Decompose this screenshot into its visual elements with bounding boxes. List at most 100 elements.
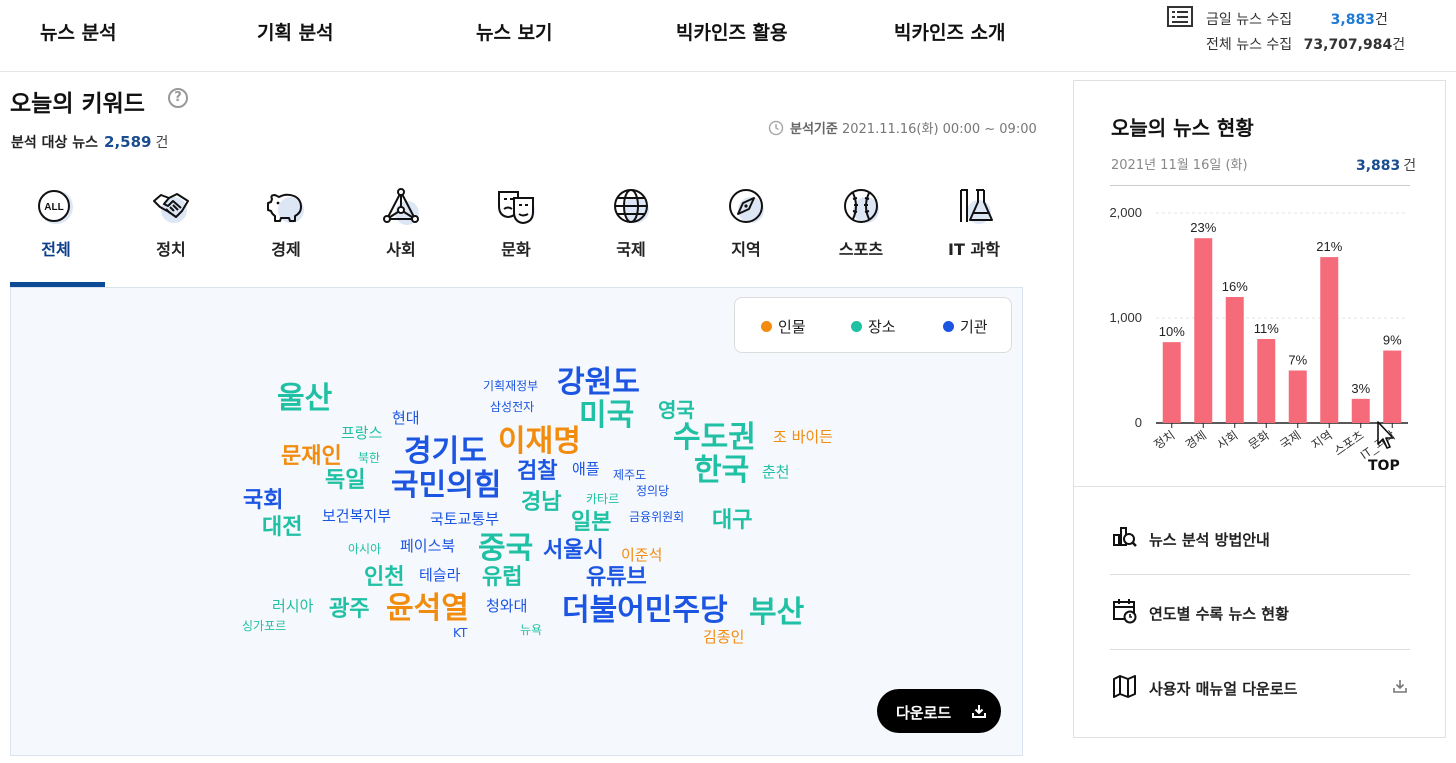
tab-culture[interactable]: 문화 <box>466 186 566 260</box>
tab-society[interactable]: 사회 <box>351 186 451 260</box>
word-cloud-keyword[interactable]: 문재인 <box>281 446 342 468</box>
word-cloud-keyword[interactable]: 일본 <box>571 512 611 534</box>
download-icon <box>972 705 986 718</box>
help-icon[interactable]: ? <box>168 88 188 108</box>
word-cloud-keyword[interactable]: 보건복지부 <box>322 509 391 524</box>
word-cloud-keyword[interactable]: 금융위원회 <box>629 511 684 523</box>
page-title: 오늘의 키워드 <box>10 91 145 117</box>
word-cloud-keyword[interactable]: 국민의힘 <box>391 471 501 501</box>
tab-world[interactable]: 국제 <box>581 186 681 260</box>
word-cloud-keyword[interactable]: 프랑스 <box>341 426 382 441</box>
cursor-arrow-icon <box>1377 421 1394 449</box>
tab-economy[interactable]: 경제 <box>236 186 336 260</box>
word-cloud-keyword[interactable]: 영국 <box>658 400 695 420</box>
word-cloud-keyword[interactable]: 대전 <box>262 517 302 539</box>
nav-bigkinds-about[interactable]: 빅카인즈 소개 <box>894 18 1006 45</box>
legend-org: 기관 <box>943 316 988 337</box>
word-cloud-keyword[interactable]: 대구 <box>712 510 752 532</box>
yearly-news-status-link[interactable]: 연도별 수록 뉴스 현황 <box>1110 576 1410 648</box>
word-cloud-keyword[interactable]: 러시아 <box>272 599 313 614</box>
news-analysis-guide-label: 뉴스 분석 방법안내 <box>1149 531 1270 549</box>
compass-icon <box>729 189 764 223</box>
map-icon <box>1113 675 1136 698</box>
word-cloud-keyword[interactable]: 청와대 <box>486 599 527 614</box>
legend-place-label: 장소 <box>868 318 896 336</box>
today-news-date: 2021년 11월 16일 (화) <box>1111 158 1248 173</box>
chart-bar <box>1225 297 1244 423</box>
analysis-count-value: 2,589 <box>104 133 152 151</box>
word-cloud-keyword[interactable]: 국토교통부 <box>430 512 499 527</box>
chart-y-tick-label: 2,000 <box>1109 205 1142 220</box>
tab-region[interactable]: 지역 <box>696 186 796 260</box>
legend-person: 인물 <box>761 316 806 337</box>
word-cloud-keyword[interactable]: 미국 <box>579 401 634 431</box>
word-cloud-keyword[interactable]: 조 바이든 <box>773 430 833 445</box>
chart-bar <box>1194 238 1213 423</box>
today-news-total: 3,883 건 <box>1356 155 1416 175</box>
analysis-basis-label: 분석기준 <box>790 122 838 137</box>
chart-magnifier-icon <box>1113 527 1137 547</box>
tab-culture-label: 문화 <box>501 240 531 259</box>
word-cloud-keyword[interactable]: 울산 <box>277 384 332 414</box>
word-cloud-keyword[interactable]: 광주 <box>329 599 369 621</box>
word-cloud-keyword[interactable]: 김종인 <box>703 630 744 645</box>
chart-x-tick-label: 국제 <box>1277 428 1303 452</box>
word-cloud-keyword[interactable]: 애플 <box>572 462 600 477</box>
user-manual-download-link[interactable]: 사용자 매뉴얼 다운로드 <box>1110 651 1410 723</box>
tab-sports[interactable]: 스포츠 <box>811 186 911 260</box>
nav-news-analysis[interactable]: 뉴스 분석 <box>40 18 117 45</box>
word-cloud-keyword[interactable]: 국회 <box>243 490 283 512</box>
download-button[interactable]: 다운로드 <box>877 689 1001 733</box>
total-count-unit: 건 <box>1392 37 1406 53</box>
svg-text:ALL: ALL <box>44 202 63 213</box>
document-list-icon <box>1167 6 1193 27</box>
tab-all[interactable]: ALL 전체 <box>6 186 106 260</box>
nav-bigkinds-use[interactable]: 빅카인즈 활용 <box>676 18 788 45</box>
word-cloud-keyword[interactable]: 부산 <box>749 598 804 628</box>
word-cloud-keyword[interactable]: 제주도 <box>613 469 646 481</box>
nav-news-view[interactable]: 뉴스 보기 <box>476 18 553 45</box>
word-cloud-keyword[interactable]: 춘천 <box>762 465 790 480</box>
word-cloud-keyword[interactable]: 중국 <box>478 534 533 564</box>
word-cloud-keyword[interactable]: 유튜브 <box>586 567 647 589</box>
calendar-clock-icon <box>1113 599 1137 624</box>
word-cloud-keyword[interactable]: 삼성전자 <box>490 401 534 413</box>
word-cloud-keyword[interactable]: 페이스북 <box>400 539 455 554</box>
nav-special-analysis[interactable]: 기획 분석 <box>257 18 334 45</box>
word-cloud-keyword[interactable]: 유럽 <box>482 567 522 589</box>
word-cloud-keyword[interactable]: 독일 <box>325 470 365 492</box>
word-cloud-keyword[interactable]: 아시아 <box>348 543 381 555</box>
word-cloud-keyword[interactable]: 수도권 <box>673 423 756 453</box>
word-cloud-keyword[interactable]: 인천 <box>364 567 404 589</box>
word-cloud-keyword[interactable]: 경기도 <box>404 437 487 467</box>
word-cloud-keyword[interactable]: 검찰 <box>517 461 557 483</box>
word-cloud-keyword[interactable]: 한국 <box>694 456 749 486</box>
word-cloud-keyword[interactable]: 윤석열 <box>386 594 469 624</box>
word-cloud-keyword[interactable]: 싱가포르 <box>242 620 286 632</box>
today-count-unit: 건 <box>1374 12 1388 28</box>
top-button-label: TOP <box>1368 458 1400 474</box>
word-cloud-panel <box>10 287 1023 756</box>
word-cloud-keyword[interactable]: 더불어민주당 <box>562 596 728 626</box>
word-cloud-keyword[interactable]: 북한 <box>358 452 380 464</box>
word-cloud-keyword[interactable]: 현대 <box>392 411 420 426</box>
word-cloud-keyword[interactable]: 카타르 <box>586 493 619 505</box>
chart-bar <box>1257 339 1276 423</box>
word-cloud-keyword[interactable]: 뉴욕 <box>520 624 542 636</box>
word-cloud-keyword[interactable]: 정의당 <box>636 485 669 497</box>
chart-data-label: 10% <box>1159 324 1185 339</box>
word-cloud-keyword[interactable]: 경남 <box>521 492 561 514</box>
word-cloud-keyword[interactable]: 기획재정부 <box>483 380 538 392</box>
word-cloud-keyword[interactable]: 테슬라 <box>419 568 460 583</box>
word-cloud-keyword[interactable]: 서울시 <box>543 540 604 562</box>
top-button[interactable]: TOP <box>1366 420 1406 476</box>
word-cloud-keyword[interactable]: KT <box>453 627 467 639</box>
tab-it-science[interactable]: IT 과학 <box>924 186 1024 260</box>
total-count-value: 73,707,984 <box>1303 37 1393 53</box>
news-analysis-guide-link[interactable]: 뉴스 분석 방법안내 <box>1110 502 1410 574</box>
word-cloud-keyword[interactable]: 강원도 <box>557 368 640 398</box>
word-cloud-keyword[interactable]: 이준석 <box>621 548 662 563</box>
word-cloud-keyword[interactable]: 이재명 <box>498 427 581 457</box>
chart-x-tick-label: 정치 <box>1151 428 1177 452</box>
tab-politics[interactable]: 정치 <box>121 186 221 260</box>
